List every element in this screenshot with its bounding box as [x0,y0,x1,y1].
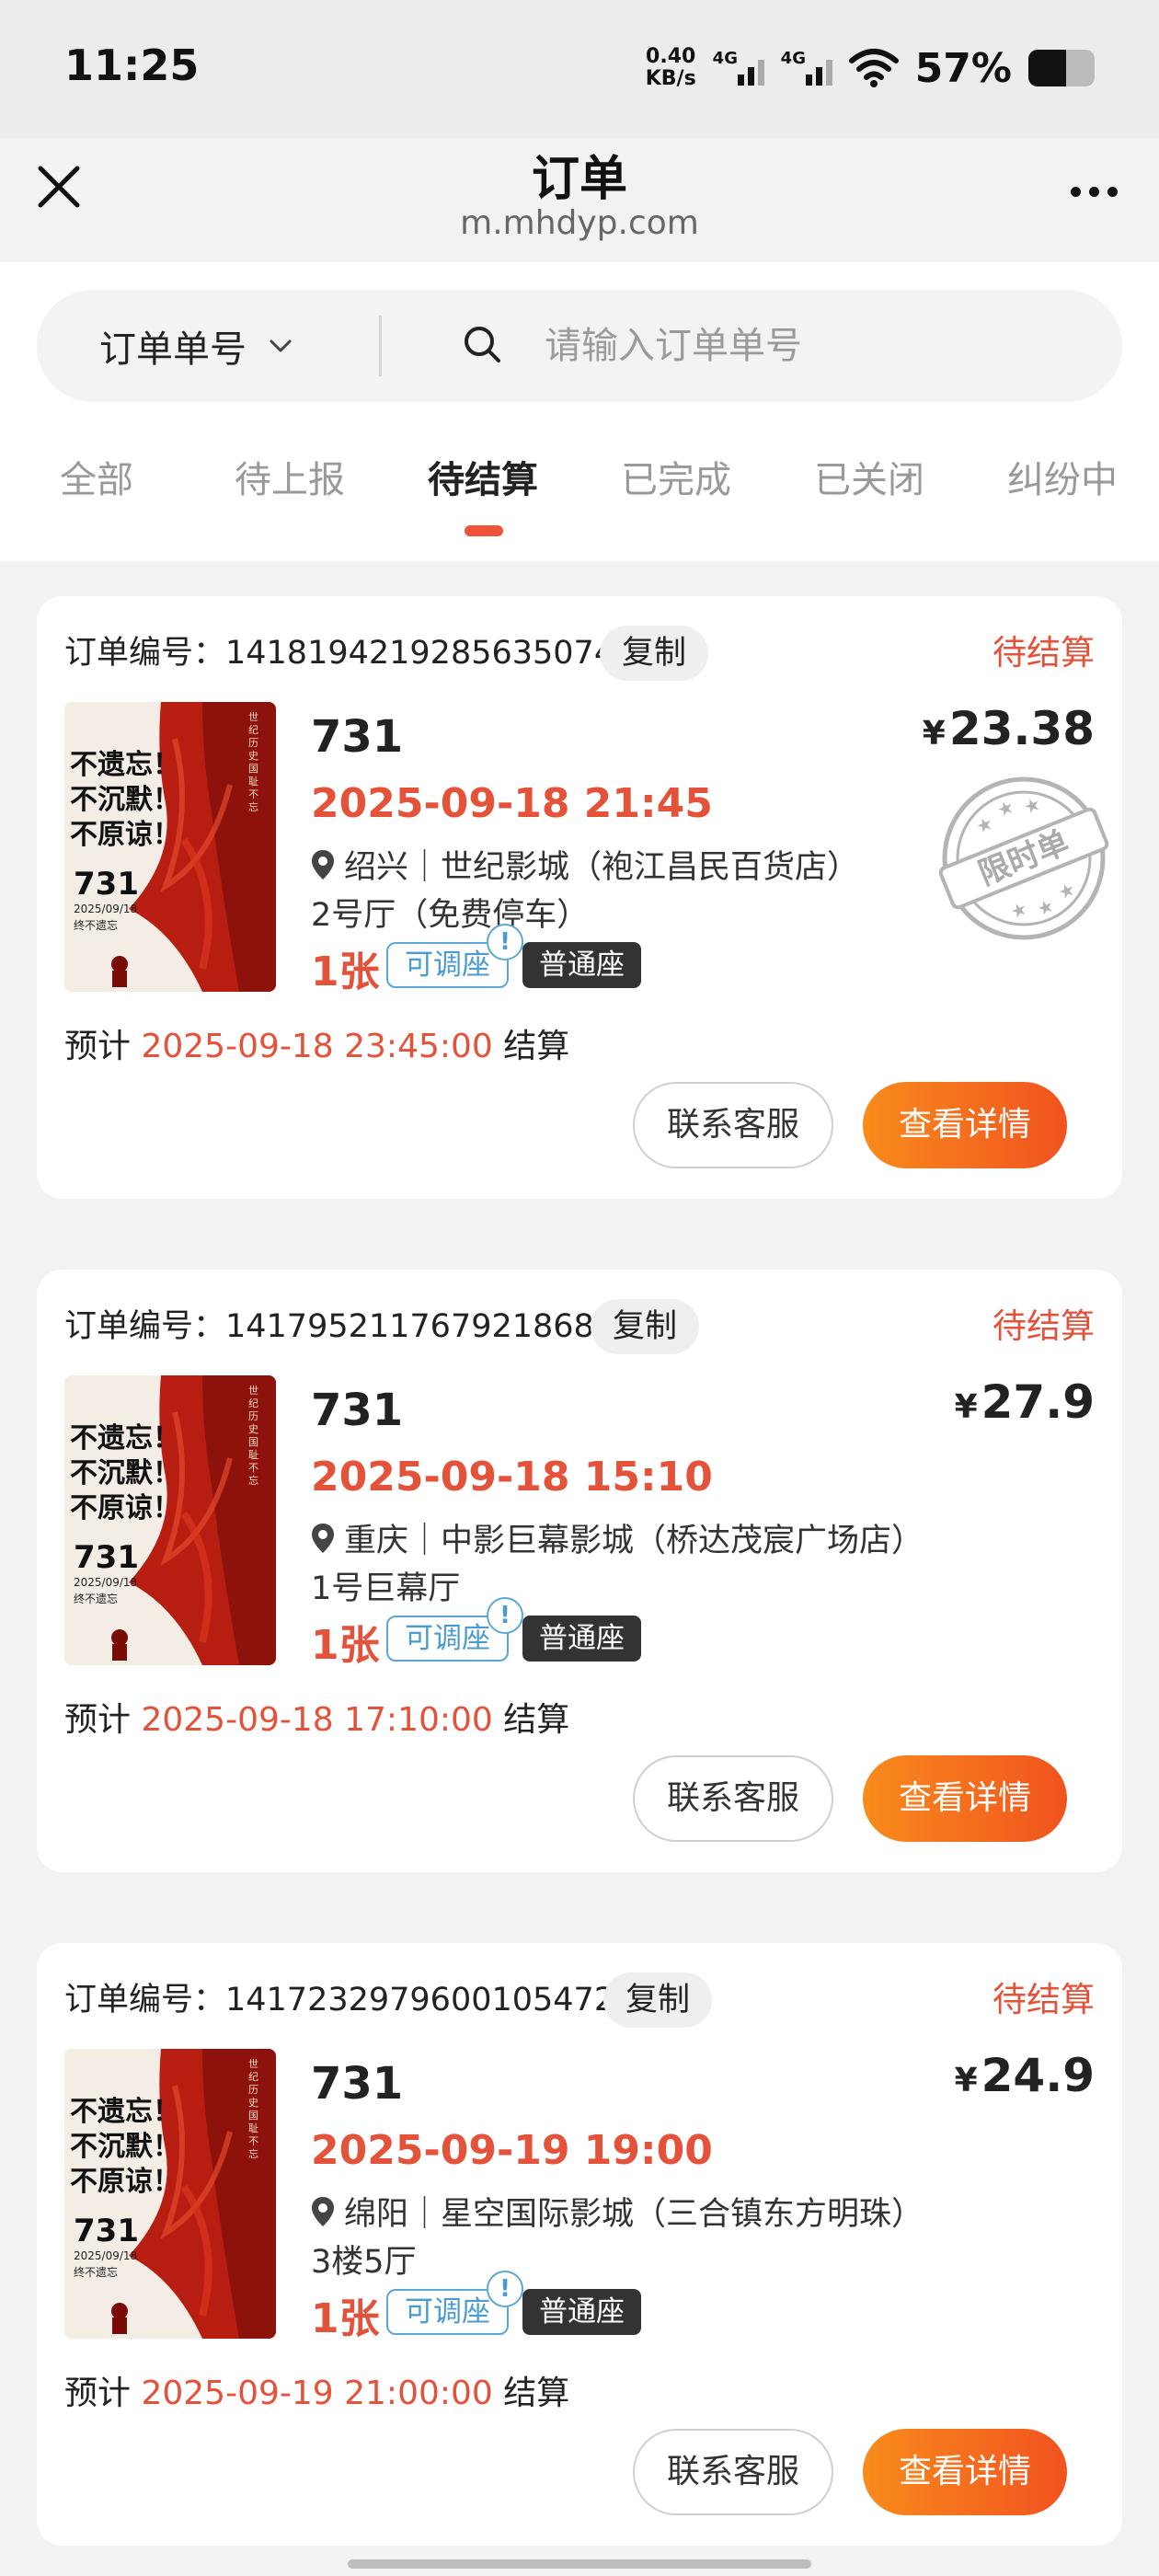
adjustable-seat-badge: 可调座 ! [386,1597,523,1662]
tab-disputed[interactable]: 纠纷中 [970,435,1154,536]
order-tabs: 全部 待上报 待结算 已完成 已关闭 纠纷中 [0,435,1159,536]
status-indicators: 0.40 KB/s 4G 4G 57% [646,40,1095,96]
copy-button[interactable]: 复制 [600,626,709,681]
location-pin-icon [312,1523,334,1553]
tab-active-indicator [465,525,503,536]
settlement-estimate: 预计 2025-09-19 21:00:00 结算 [64,2375,570,2412]
showtime: 2025-09-18 21:45 [311,780,713,827]
copy-button[interactable]: 复制 [603,1972,713,2028]
settlement-time: 2025-09-18 23:45:00 [141,1028,493,1065]
copy-button[interactable]: 复制 [591,1299,700,1354]
settlement-estimate: 预计 2025-09-18 17:10:00 结算 [64,1701,570,1739]
limited-order-stamp: 限时单 ★ ★ ★ ★ ★ ★ [938,776,1109,940]
search-input[interactable] [545,310,1078,382]
chevron-down-icon [270,339,292,352]
network-speed: 0.40 KB/s [645,45,696,90]
svg-text:★: ★ [1007,897,1031,924]
order-price: ¥23.38 [922,702,1095,755]
page-url: m.mhdyp.com [460,204,699,242]
order-card: 订单编号：1417232979600105472 复制 待结算 不遗忘！ 不沉默… [37,1943,1122,2546]
showtime: 2025-09-19 19:00 [311,2127,713,2174]
info-icon[interactable]: ! [487,924,523,960]
more-button[interactable] [1061,166,1126,217]
info-icon[interactable]: ! [487,2271,523,2307]
tab-pending-settlement[interactable]: 待结算 [391,435,575,536]
cinema-info: 绵阳｜星空国际影城（三合镇东方明珠） [311,2188,924,2235]
order-header: 订单单号 全部 待上报 待结算 已完成 已关闭 纠纷中 [0,262,1159,561]
adjustable-seat-badge: 可调座 ! [386,924,523,988]
cinema-info: 重庆｜中影巨幕影城（桥达茂宸广场店） [311,1514,924,1561]
ticket-quantity: 1张 [311,949,380,995]
search-type-dropdown[interactable]: 订单单号 [99,290,293,402]
order-card: 订单编号：1418194219285635074 复制 待结算 不遗忘！ 不沉默… [37,596,1122,1199]
search-type-label: 订单单号 [99,328,247,371]
svg-text:★: ★ [993,795,1017,822]
view-details-button[interactable]: 查看详情 [863,2429,1067,2515]
signal-icon: 4G [713,45,764,91]
movie-poster[interactable]: 不遗忘！ 不沉默！ 不原谅！ 731 2025/09/18 终不遗忘 世纪历史 … [64,1375,276,1665]
cinema-name: 绵阳｜星空国际影城（三合镇东方明珠） [344,2196,924,2233]
hall-name: 2号厅（免费停车） [311,897,590,934]
order-number: 订单编号：1417952117679218688 [64,1308,615,1345]
view-details-button[interactable]: 查看详情 [863,1082,1067,1168]
wifi-icon [848,49,899,87]
seat-type-badge: 普通座 [522,942,641,988]
svg-text:★: ★ [1020,792,1044,819]
tab-pending-report[interactable]: 待上报 [198,435,382,536]
contact-service-button[interactable]: 联系客服 [633,2429,833,2515]
page-title: 订单 [531,152,627,207]
settlement-time: 2025-09-18 17:10:00 [141,1701,493,1739]
movie-title: 731 [311,1385,404,1436]
search-divider [379,316,382,376]
signal-icon: 4G [781,45,832,91]
settlement-time: 2025-09-19 21:00:00 [141,2375,493,2412]
contact-service-button[interactable]: 联系客服 [633,1082,833,1168]
order-price: ¥24.9 [954,2049,1095,2102]
battery-percentage: 57% [914,44,1012,92]
cinema-name: 绍兴｜世纪影城（袍江昌民百货店） [344,849,860,886]
hall-name: 1号巨幕厅 [311,1570,461,1607]
home-indicator[interactable] [348,2559,811,2569]
cinema-name: 重庆｜中影巨幕影城（桥达茂宸广场店） [344,1523,924,1559]
settlement-estimate: 预计 2025-09-18 23:45:00 结算 [64,1028,570,1065]
battery-icon [1028,50,1095,86]
movie-poster[interactable]: 不遗忘！ 不沉默！ 不原谅！ 731 2025/09/18 终不遗忘 世纪历史 … [64,702,276,992]
order-status: 待结算 [993,1980,1095,2019]
order-status: 待结算 [993,1306,1095,1346]
more-icon [1070,186,1081,197]
order-card: 订单编号：1417952117679218688 复制 待结算 不遗忘！ 不沉默… [37,1270,1122,1872]
location-pin-icon [312,849,334,880]
view-details-button[interactable]: 查看详情 [863,1755,1067,1842]
movie-title: 731 [311,711,404,763]
adjustable-seat-badge: 可调座 ! [386,2271,523,2335]
hall-name: 3楼5厅 [311,2244,417,2281]
order-price: ¥27.9 [954,1375,1095,1429]
tab-closed[interactable]: 已关闭 [777,435,961,536]
movie-title: 731 [311,2058,404,2110]
ticket-quantity: 1张 [311,2295,380,2342]
cinema-info: 绍兴｜世纪影城（袍江昌民百货店） [311,841,859,888]
contact-service-button[interactable]: 联系客服 [633,1755,833,1842]
seat-type-badge: 普通座 [522,2289,641,2335]
search-icon [465,327,500,362]
tab-all[interactable]: 全部 [5,435,189,536]
order-status: 待结算 [993,633,1095,673]
status-bar: 11:25 0.40 KB/s 4G 4G 57% [0,0,1159,138]
search-bar: 订单单号 [37,290,1122,402]
info-icon[interactable]: ! [487,1597,523,1634]
seat-type-badge: 普通座 [522,1616,641,1662]
showtime: 2025-09-18 15:10 [311,1454,713,1501]
location-pin-icon [312,2196,334,2226]
order-number: 订单编号：1418194219285635074 [64,635,615,672]
movie-poster[interactable]: 不遗忘！ 不沉默！ 不原谅！ 731 2025/09/18 终不遗忘 世纪历史 … [64,2049,276,2339]
tab-completed[interactable]: 已完成 [584,435,768,536]
svg-text:★: ★ [972,811,996,838]
status-time: 11:25 [64,40,200,90]
ticket-quantity: 1张 [311,1622,380,1669]
order-number: 订单编号：1417232979600105472 [64,1982,615,2018]
